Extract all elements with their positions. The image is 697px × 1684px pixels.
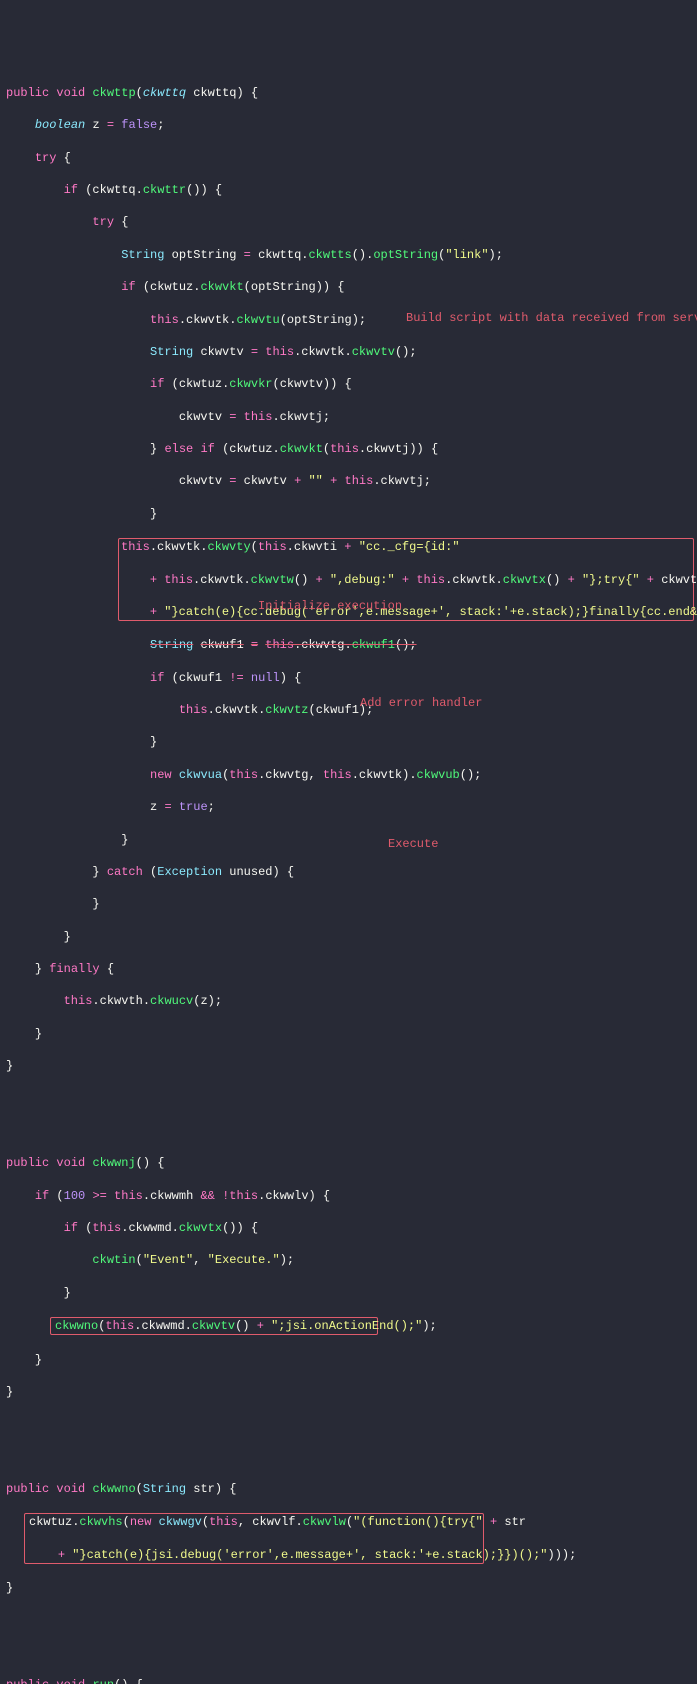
code-line: } [0,896,697,912]
annotation-initialize: Initialize execution [258,598,402,614]
code-line: if (ckwtuz.ckwvkt(optString)) { [0,279,697,295]
code-line: String ckwuf1 = this.ckwvtg.ckwuf1(); [0,637,697,653]
code-line: } [0,734,697,750]
code-line: + "}catch(e){jsi.debug('error',e.message… [25,1547,483,1563]
blank-line [0,1123,697,1139]
code-line: public void ckwttp(ckwttq ckwttq) { [0,85,697,101]
code-line: ckwtuz.ckwvhs(new ckwwgv(this, ckwvlf.ck… [25,1514,483,1530]
code-line: z = true; [0,799,697,815]
highlight-box-1: this.ckwvtk.ckwvty(this.ckwvti + "cc._cf… [118,538,694,621]
code-line: try { [0,150,697,166]
code-line: } [0,1026,697,1042]
code-line: new ckwvua(this.ckwvtg, this.ckwvtk).ckw… [0,767,697,783]
code-line: String optString = ckwttq.ckwtts().optSt… [0,247,697,263]
code-line: String ckwvtv = this.ckwvtk.ckwvtv(); [0,344,697,360]
code-line: public void ckwwnj() { [0,1155,697,1171]
code-line: public void ckwwno(String str) { [0,1481,697,1497]
annotation-build-script: Build script with data received from ser… [406,310,697,326]
code-screenshot: { "annotations": { "a1": "Build script w… [0,20,697,1684]
code-line: } [0,506,697,522]
annotation-execute: Execute [388,836,438,852]
highlight-box-2: ckwwno(this.ckwwmd.ckwvtv() + ";jsi.onAc… [50,1317,378,1335]
blank-line [0,1645,697,1661]
code-line: if (ckwtuz.ckwvkr(ckwvtv)) { [0,376,697,392]
code-line: ckwvtv = this.ckwvtj; [0,409,697,425]
code-line: if (this.ckwwmd.ckwvtx()) { [0,1220,697,1236]
code-line: if (ckwttq.ckwttr()) { [0,182,697,198]
code-line: this.ckwvth.ckwucv(z); [0,993,697,1009]
code-line: } [0,1058,697,1074]
blank-line [0,1416,697,1432]
blank-line [0,1613,697,1629]
code-line: } [0,832,697,848]
code-line: } [0,1384,697,1400]
code-line: if (ckwuf1 != null) { [0,670,697,686]
code-line: try { [0,214,697,230]
code-line: ckwvtv = ckwvtv + "" + this.ckwvtj; [0,473,697,489]
blank-line [0,1449,697,1465]
code-line: } else if (ckwtuz.ckwvkt(this.ckwvtj)) { [0,441,697,457]
blank-line [0,1091,697,1107]
code-line: public void run() { [0,1677,697,1684]
code-line: } [0,1352,697,1368]
code-line: if (100 >= this.ckwwmh && !this.ckwwlv) … [0,1188,697,1204]
code-line: } [0,1580,697,1596]
code-line: ckwtin("Event", "Execute."); [0,1252,697,1268]
code-line: } finally { [0,961,697,977]
code-line: boolean z = false; [0,117,697,133]
code-line: } [0,929,697,945]
code-line: } [0,1285,697,1301]
code-line: this.ckwvtk.ckwvty(this.ckwvti + "cc._cf… [119,539,693,555]
code-line: ckwwno(this.ckwwmd.ckwvtv() + ";jsi.onAc… [51,1318,377,1334]
annotation-error-handler: Add error handler [360,695,482,711]
code-line: } catch (Exception unused) { [0,864,697,880]
code-line: + this.ckwvtk.ckwvtw() + ",debug:" + thi… [119,572,693,588]
code-line: + "}catch(e){cc.debug('error',e.message+… [119,604,693,620]
highlight-box-3: ckwtuz.ckwvhs(new ckwwgv(this, ckwvlf.ck… [24,1513,484,1564]
code-line: this.ckwvtk.ckwvtz(ckwuf1); [0,702,697,718]
